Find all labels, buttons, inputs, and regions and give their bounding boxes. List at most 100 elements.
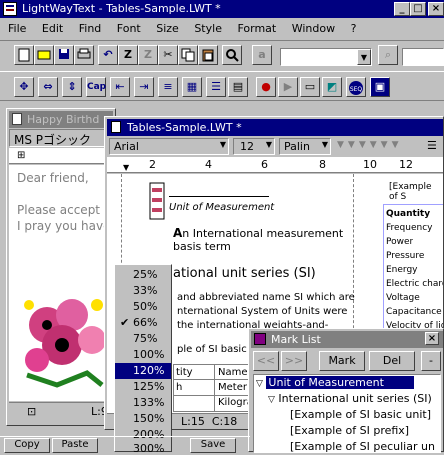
menu-help[interactable]: ? (351, 22, 357, 35)
play-button[interactable]: ▶ (278, 77, 298, 97)
menu-size[interactable]: Size (156, 22, 179, 35)
select-all-button[interactable]: ⇕ (62, 77, 82, 97)
copy-bottom-button[interactable]: Copy (4, 438, 50, 453)
cap-button[interactable]: Cap (86, 77, 106, 97)
ruler-mark: 12 (399, 158, 413, 171)
mark-tree[interactable]: ▽ Unit of Measurement ▽ International un… (253, 374, 441, 453)
tree-item[interactable]: [Example of SI peculiar un (290, 440, 435, 452)
menu-window[interactable]: Window (292, 22, 335, 35)
prev-mark-button[interactable]: << (253, 351, 279, 371)
bg-text-area[interactable]: Dear friend, Please accept I pray you ha… (9, 165, 113, 401)
zoom-item-150[interactable]: 150% (115, 411, 171, 427)
zoom-item-75[interactable]: 75% (115, 331, 171, 347)
font-tool-button[interactable]: a (252, 45, 272, 65)
sort-desc-button[interactable]: Z (138, 45, 158, 65)
table-header: tity (176, 367, 193, 378)
del-button[interactable]: Del (369, 351, 415, 371)
zoom-item-33[interactable]: 33% (115, 283, 171, 299)
bg-window-titlebar[interactable]: Happy Birthd (9, 111, 113, 128)
menu-find[interactable]: Find (79, 22, 102, 35)
bg-window[interactable]: Happy Birthd MS Pゴシック ⊞ Dear friend, Ple… (6, 108, 116, 426)
cut-button[interactable]: ✂ (158, 45, 178, 65)
table-cell: Meter (218, 382, 247, 393)
search-combo[interactable] (402, 48, 444, 66)
zoom-menu[interactable]: 25% 33% 50% ✔ 66% 75% 100% 120% 125% 133… (114, 264, 172, 455)
doc-window-titlebar[interactable]: Tables-Sample.LWT * (107, 119, 443, 136)
indent-right-button[interactable]: ⇥ (134, 77, 154, 97)
tree-item[interactable]: ▽ International unit series (SI) (268, 392, 432, 407)
zoom-item-50[interactable]: 50% (115, 299, 171, 315)
app-icon[interactable] (3, 2, 17, 16)
open-button[interactable] (34, 45, 54, 65)
maximize-button[interactable]: □ (410, 2, 426, 16)
bg-status-bar: ⊡ L:9 (9, 402, 113, 420)
font-name-combo[interactable]: Arial ▼ (109, 138, 229, 155)
copy-button[interactable] (178, 45, 198, 65)
outline-button[interactable]: ▣ (370, 77, 390, 97)
new-button[interactable] (14, 45, 34, 65)
page-button[interactable]: ▤ (228, 77, 248, 97)
save-tool-button[interactable] (54, 45, 74, 65)
mark-list-titlebar[interactable]: Mark List × (251, 331, 443, 348)
mark-button[interactable]: Mark (319, 351, 365, 371)
menu-font[interactable]: Font (117, 22, 141, 35)
tree-item[interactable]: [Example of SI basic unit] (290, 408, 431, 421)
menu-bar: File Edit Find Font Size Style Format Wi… (0, 19, 444, 39)
style-name-value: Palin (284, 140, 310, 153)
bg-font-box[interactable]: MS Pゴシック (9, 129, 113, 147)
doc-status: L:15 C:18 (181, 415, 238, 428)
mark-list-window[interactable]: Mark List × << >> Mark Del - ▽ Unit of M… (248, 328, 444, 453)
close-button[interactable]: × (428, 2, 444, 16)
close-button[interactable]: × (425, 332, 439, 345)
menu-style[interactable]: Style (194, 22, 222, 35)
record-button[interactable]: ● (256, 77, 276, 97)
right-table-cell: Capacitance (386, 307, 442, 317)
menu-lines-icon[interactable]: ☰ (427, 139, 437, 152)
tree-expand-icon[interactable]: ▽ (268, 395, 275, 405)
save-bottom-button[interactable]: Save (190, 438, 236, 453)
font-size-value: 12 (240, 140, 254, 153)
style-combo[interactable]: ▼ (280, 48, 372, 66)
collapse-button[interactable]: - (421, 351, 441, 371)
move-h-button[interactable]: ⇔ (38, 77, 58, 97)
tree-item[interactable]: ▽ Unit of Measurement (256, 376, 440, 391)
svg-text:SEQ: SEQ (350, 86, 363, 93)
zoom-item-66[interactable]: ✔ 66% (115, 315, 171, 331)
indent-left-button[interactable]: ⇤ (110, 77, 130, 97)
list-button[interactable]: ≡ (158, 77, 178, 97)
view-button[interactable]: ◩ (322, 77, 342, 97)
search-tool-button[interactable]: ⌕ (378, 45, 398, 65)
next-mark-button[interactable]: >> (281, 351, 307, 371)
menu-edit[interactable]: Edit (42, 22, 63, 35)
paste-button[interactable] (198, 45, 218, 65)
tree-item[interactable]: [Example of SI prefix] (290, 424, 409, 437)
section-title: ational unit series (SI) (173, 266, 316, 281)
zoom-item-25[interactable]: 25% (115, 267, 171, 283)
replace-button[interactable] (222, 45, 242, 65)
zoom-item-100[interactable]: 100% (115, 347, 171, 363)
align-button[interactable]: ☰ (206, 77, 226, 97)
chevron-down-icon[interactable]: ▼ (220, 140, 226, 149)
zoom-item-133[interactable]: 133% (115, 395, 171, 411)
print-button[interactable] (74, 45, 94, 65)
minimize-button[interactable]: _ (394, 2, 410, 16)
zoom-item-120[interactable]: 120% (115, 363, 171, 379)
indent-marker-icon[interactable]: ▼ (123, 163, 129, 172)
paste-bottom-button[interactable]: Paste (52, 438, 98, 453)
tree-expand-icon[interactable]: ▽ (256, 379, 263, 389)
seq-button[interactable]: SEQ (346, 77, 366, 97)
format-arrows[interactable]: ▼▼▼▼▼▼ (337, 140, 403, 150)
zoom-item-125[interactable]: 125% (115, 379, 171, 395)
table-button[interactable]: ▦ (182, 77, 202, 97)
font-size-combo[interactable]: 12 ▼ (233, 138, 275, 155)
chevron-down-icon[interactable]: ▼ (322, 140, 328, 149)
menu-format[interactable]: Format (237, 22, 276, 35)
chevron-down-icon[interactable]: ▼ (266, 140, 272, 149)
undo-button[interactable]: ↶ (98, 45, 118, 65)
chevron-down-icon[interactable]: ▼ (357, 49, 371, 65)
window-button[interactable]: ▭ (300, 77, 320, 97)
style-name-combo[interactable]: Palin ▼ (279, 138, 331, 155)
move-icon-button[interactable]: ✥ (14, 77, 34, 97)
sort-button[interactable]: Z (118, 45, 138, 65)
menu-file[interactable]: File (8, 22, 26, 35)
